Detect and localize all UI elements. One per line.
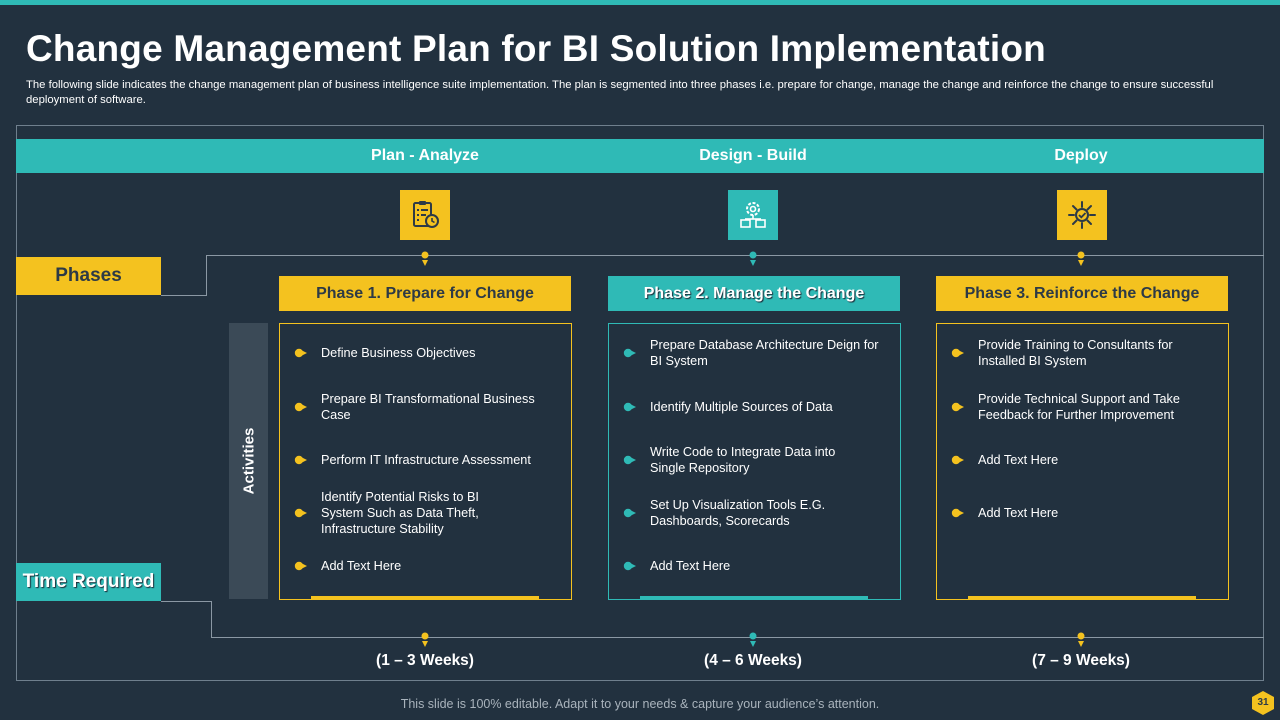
list-item: Add Text Here bbox=[294, 558, 562, 574]
gear-check-icon bbox=[1057, 190, 1107, 240]
phase-1-time: (1 – 3 Weeks) bbox=[376, 652, 474, 669]
time-connector-stub bbox=[161, 601, 212, 602]
time-connector-line bbox=[211, 637, 1264, 638]
activity-text: Prepare BI Transformational Business Cas… bbox=[321, 392, 535, 422]
list-item: Provide Training to Consultants for Inst… bbox=[951, 337, 1219, 369]
activity-text: Provide Training to Consultants for Inst… bbox=[978, 338, 1173, 368]
activity-text: Add Text Here bbox=[978, 506, 1059, 520]
activity-text: Add Text Here bbox=[650, 559, 731, 573]
bullet-pin-icon bbox=[294, 508, 307, 518]
bullet-pin-icon bbox=[951, 402, 964, 412]
activity-text: Provide Technical Support and Take Feedb… bbox=[978, 392, 1180, 422]
phase-2-header: Phase 2. Manage the Change bbox=[608, 276, 900, 311]
phases-connector-stub bbox=[161, 295, 207, 296]
activity-text: Identify Potential Risks to BI System Su… bbox=[321, 490, 479, 536]
phase-2-activities-box: Prepare Database Architecture Deign for … bbox=[608, 323, 901, 600]
time-3-pin-icon bbox=[1077, 632, 1085, 647]
list-item: Identify Multiple Sources of Data bbox=[623, 399, 891, 415]
activities-label-text: Activities bbox=[240, 427, 257, 495]
time-connector-drop bbox=[211, 601, 212, 638]
slide-subtitle: The following slide indicates the change… bbox=[26, 79, 1214, 106]
list-item: Add Text Here bbox=[623, 558, 891, 574]
list-item: Perform IT Infrastructure Assessment bbox=[294, 452, 562, 468]
phases-connector-line bbox=[206, 255, 1264, 256]
stage-label-plan-analyze: Plan - Analyze bbox=[371, 147, 479, 164]
bullet-pin-icon bbox=[951, 508, 964, 518]
activities-row-label: Activities bbox=[229, 323, 268, 599]
phase-3-pin-icon bbox=[1077, 251, 1085, 266]
list-item: Identify Potential Risks to BI System Su… bbox=[294, 489, 562, 537]
activity-text: Set Up Visualization Tools E.G. Dashboar… bbox=[650, 498, 826, 528]
list-item: Provide Technical Support and Take Feedb… bbox=[951, 391, 1219, 423]
phase-2-pin-icon bbox=[749, 251, 757, 266]
gear-network-icon bbox=[728, 190, 778, 240]
time-required-row-label: Time Required bbox=[16, 563, 161, 601]
bullet-pin-icon bbox=[951, 348, 964, 358]
list-item: Set Up Visualization Tools E.G. Dashboar… bbox=[623, 497, 891, 529]
list-item: Prepare Database Architecture Deign for … bbox=[623, 337, 891, 369]
activity-text: Add Text Here bbox=[321, 559, 402, 573]
activity-text: Define Business Objectives bbox=[321, 346, 476, 360]
stage-label-design-build: Design - Build bbox=[699, 147, 807, 164]
activity-text: Write Code to Integrate Data into Single… bbox=[650, 445, 836, 475]
phase-1-pin-icon bbox=[421, 251, 429, 266]
time-2-pin-icon bbox=[749, 632, 757, 647]
page-number-badge: 31 bbox=[1251, 690, 1275, 716]
activity-text: Perform IT Infrastructure Assessment bbox=[321, 453, 531, 467]
bullet-pin-icon bbox=[623, 561, 636, 571]
phase-3-activities-box: Provide Training to Consultants for Inst… bbox=[936, 323, 1229, 600]
bullet-pin-icon bbox=[623, 508, 636, 518]
clipboard-checklist-icon bbox=[400, 190, 450, 240]
slide-title: Change Management Plan for BI Solution I… bbox=[26, 28, 1046, 69]
bullet-pin-icon bbox=[294, 561, 307, 571]
activity-text: Prepare Database Architecture Deign for … bbox=[650, 338, 879, 368]
phase-2-time: (4 – 6 Weeks) bbox=[704, 652, 802, 669]
box-underline bbox=[640, 596, 868, 600]
list-item: Define Business Objectives bbox=[294, 345, 562, 361]
list-item: Add Text Here bbox=[951, 452, 1219, 468]
activity-text: Add Text Here bbox=[978, 453, 1059, 467]
time-1-pin-icon bbox=[421, 632, 429, 647]
bullet-pin-icon bbox=[951, 455, 964, 465]
phases-connector-drop bbox=[206, 255, 207, 295]
phase-1-activities-box: Define Business Objectives Prepare BI Tr… bbox=[279, 323, 572, 600]
stage-band: Plan - Analyze Design - Build Deploy bbox=[16, 139, 1264, 173]
phase-3-time: (7 – 9 Weeks) bbox=[1032, 652, 1130, 669]
footer-note: This slide is 100% editable. Adapt it to… bbox=[400, 697, 880, 711]
top-accent-bar bbox=[0, 0, 1280, 5]
bullet-pin-icon bbox=[294, 455, 307, 465]
bullet-pin-icon bbox=[294, 348, 307, 358]
page-number: 31 bbox=[1257, 697, 1269, 708]
activity-text: Identify Multiple Sources of Data bbox=[650, 400, 833, 414]
bullet-pin-icon bbox=[294, 402, 307, 412]
list-item: Prepare BI Transformational Business Cas… bbox=[294, 391, 562, 423]
bullet-pin-icon bbox=[623, 348, 636, 358]
bullet-pin-icon bbox=[623, 402, 636, 412]
phase-1-header: Phase 1. Prepare for Change bbox=[279, 276, 571, 311]
list-item: Add Text Here bbox=[951, 505, 1219, 521]
bullet-pin-icon bbox=[623, 455, 636, 465]
box-underline bbox=[968, 596, 1196, 600]
list-item: Write Code to Integrate Data into Single… bbox=[623, 444, 891, 476]
phases-row-label: Phases bbox=[16, 257, 161, 295]
phase-3-header: Phase 3. Reinforce the Change bbox=[936, 276, 1228, 311]
stage-label-deploy: Deploy bbox=[1054, 147, 1108, 164]
box-underline bbox=[311, 596, 539, 600]
